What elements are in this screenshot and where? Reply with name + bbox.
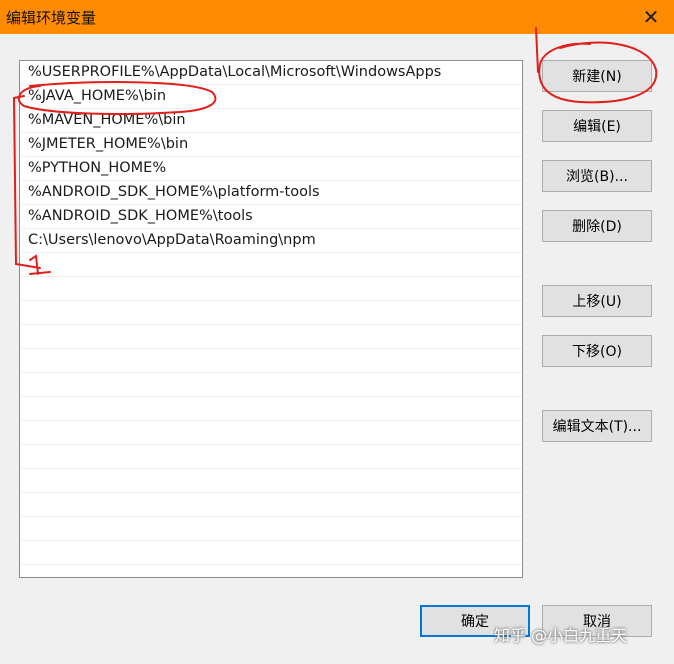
list-item[interactable] [20, 349, 522, 373]
list-item[interactable] [20, 373, 522, 397]
watermark: 知乎 @小白九重天 [494, 626, 628, 645]
tick-annotation [535, 27, 539, 73]
list-item[interactable]: %ANDROID_SDK_HOME%\platform-tools [20, 181, 522, 205]
title-bar: 编辑环境变量 ✕ [0, 0, 674, 34]
new-button[interactable]: 新建(N) [542, 60, 652, 92]
list-item[interactable] [20, 397, 522, 421]
list-item[interactable] [20, 493, 522, 517]
list-item[interactable] [20, 277, 522, 301]
move-down-button[interactable]: 下移(O) [542, 335, 652, 367]
list-item[interactable]: %JAVA_HOME%\bin [20, 85, 522, 109]
list-item[interactable] [20, 445, 522, 469]
list-item[interactable] [20, 517, 522, 541]
list-item[interactable] [20, 253, 522, 277]
list-item[interactable]: %MAVEN_HOME%\bin [20, 109, 522, 133]
edit-text-button[interactable]: 编辑文本(T)... [542, 410, 652, 442]
list-item[interactable] [20, 421, 522, 445]
browse-button[interactable]: 浏览(B)... [542, 160, 652, 192]
delete-button[interactable]: 删除(D) [542, 210, 652, 242]
list-item[interactable] [20, 301, 522, 325]
close-icon[interactable]: ✕ [628, 0, 674, 34]
edit-button[interactable]: 编辑(E) [542, 110, 652, 142]
list-item[interactable]: %JMETER_HOME%\bin [20, 133, 522, 157]
list-item[interactable]: %USERPROFILE%\AppData\Local\Microsoft\Wi… [20, 61, 522, 85]
list-item[interactable]: %ANDROID_SDK_HOME%\tools [20, 205, 522, 229]
list-item[interactable] [20, 469, 522, 493]
list-item[interactable] [20, 541, 522, 565]
list-item[interactable] [20, 325, 522, 349]
move-up-button[interactable]: 上移(U) [542, 285, 652, 317]
list-item[interactable]: %PYTHON_HOME% [20, 157, 522, 181]
list-item[interactable]: C:\Users\lenovo\AppData\Roaming\npm [20, 229, 522, 253]
dialog-title: 编辑环境变量 [6, 9, 97, 27]
path-list[interactable]: %USERPROFILE%\AppData\Local\Microsoft\Wi… [19, 60, 523, 578]
